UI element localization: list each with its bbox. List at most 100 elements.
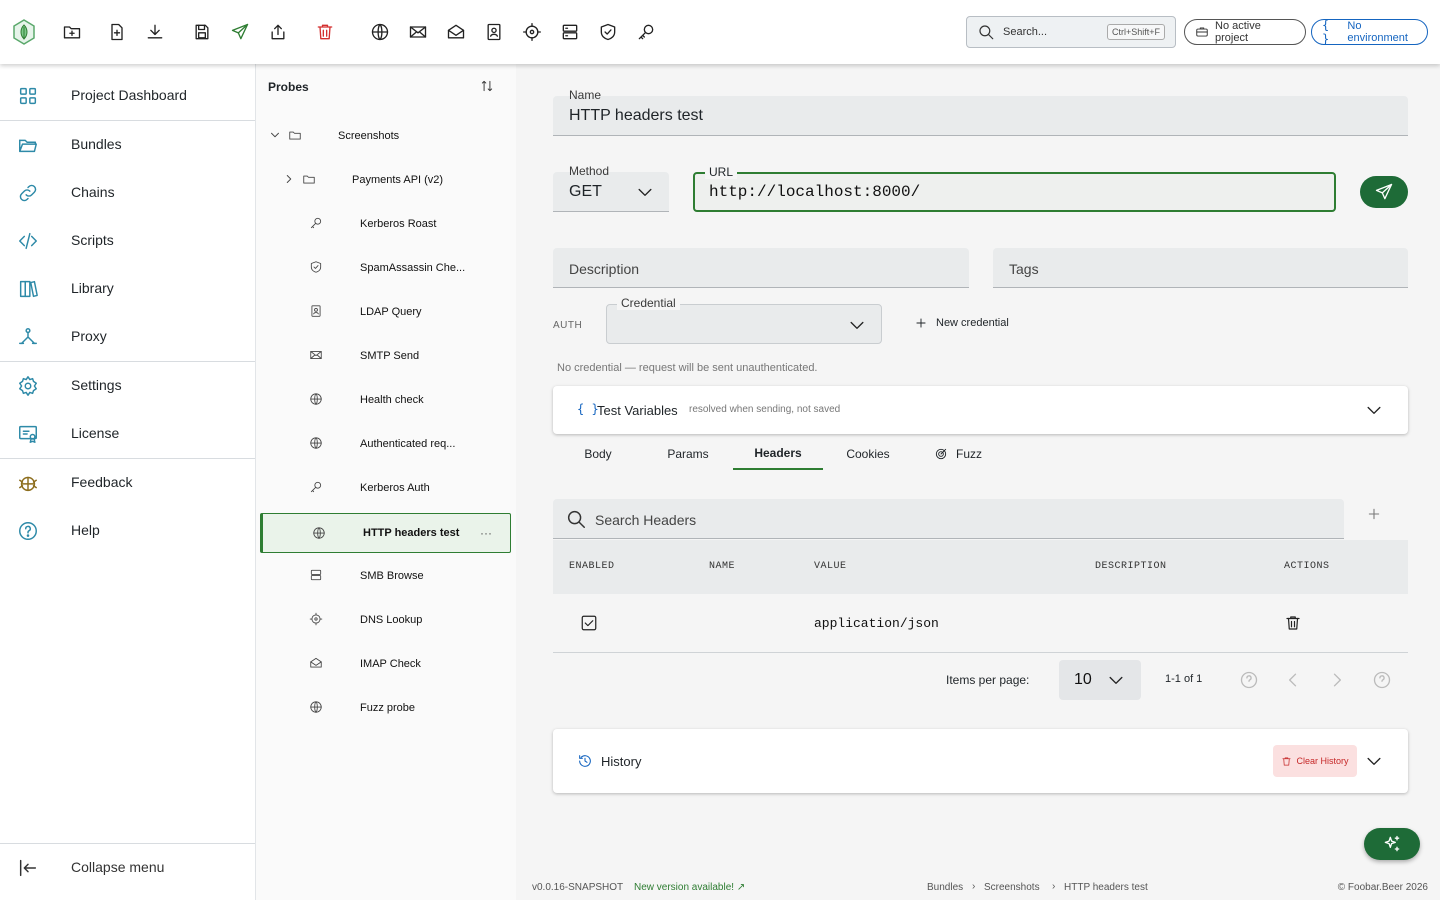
sidebar-item-label: Feedback (71, 474, 133, 490)
tree-item-label: SpamAssassin Che... (360, 262, 466, 274)
history-panel[interactable]: History Clear History (553, 729, 1408, 793)
search-placeholder: Search... (1003, 26, 1048, 38)
sidebar-item-license[interactable]: License (0, 410, 255, 458)
sidebar-item-help[interactable]: Help (0, 507, 255, 555)
active-project-button[interactable]: No active project (1184, 19, 1306, 45)
sidebar-item-feedback[interactable]: Feedback (0, 459, 255, 507)
sidebar-item-settings[interactable]: Settings (0, 362, 255, 410)
tree-item-kerberos-roast[interactable]: Kerberos Roast (256, 202, 516, 246)
contact-book-icon[interactable] (482, 20, 506, 44)
collapse-left-icon (17, 857, 39, 879)
new-credential-label: New credential (936, 317, 1009, 329)
tab-params[interactable]: Params (643, 438, 733, 470)
description-input[interactable]: Description (553, 248, 969, 288)
new-file-icon[interactable] (105, 20, 129, 44)
tree-item-fuzz-probe[interactable]: Fuzz probe (256, 686, 516, 730)
tags-input[interactable]: Tags (993, 248, 1408, 288)
crosshair-icon[interactable] (520, 20, 544, 44)
items-per-page-select[interactable]: 10 (1059, 660, 1141, 700)
breadcrumb-item[interactable]: Screenshots (984, 882, 1040, 893)
collapse-menu-button[interactable]: Collapse menu (0, 844, 255, 892)
envelope-icon[interactable] (406, 20, 430, 44)
chevron-left-icon[interactable] (1283, 670, 1303, 690)
tree-item-http-headers-test[interactable]: HTTP headers test ··· (260, 513, 511, 553)
sidebar-item-proxy[interactable]: Proxy (0, 313, 255, 361)
enabled-checkbox[interactable] (580, 614, 598, 632)
clear-history-button[interactable]: Clear History (1273, 745, 1357, 777)
chevron-right-icon[interactable] (282, 172, 296, 186)
credential-label: Credential (617, 296, 680, 310)
column-header-enabled[interactable]: ENABLED (569, 561, 615, 572)
header-value-cell[interactable]: application/json (814, 616, 939, 631)
global-search-input[interactable]: Search... Ctrl+Shift+F (966, 16, 1176, 48)
tree-item-imap-check[interactable]: IMAP Check (256, 642, 516, 686)
grid-icon (17, 85, 39, 107)
tab-body[interactable]: Body (553, 438, 643, 470)
new-folder-icon[interactable] (60, 20, 84, 44)
key-icon[interactable] (634, 20, 658, 44)
tree-item-authenticated-request[interactable]: Authenticated req... (256, 422, 516, 466)
tree-item-health-check[interactable]: Health check (256, 378, 516, 422)
tree-item-smb-browse[interactable]: SMB Browse (256, 554, 516, 598)
server-icon[interactable] (558, 20, 582, 44)
search-shortcut-hint: Ctrl+Shift+F (1106, 24, 1165, 40)
sort-icon[interactable] (480, 79, 494, 93)
last-page-icon[interactable] (1372, 670, 1392, 690)
tree-item-dns-lookup[interactable]: DNS Lookup (256, 598, 516, 642)
test-variables-title: Test Variables (597, 403, 678, 418)
sidebar-item-project-dashboard[interactable]: Project Dashboard (0, 72, 255, 120)
send-icon[interactable] (228, 20, 252, 44)
url-label: URL (705, 165, 738, 179)
chevron-down-icon[interactable] (1364, 400, 1384, 420)
add-header-icon[interactable] (1366, 506, 1386, 526)
environment-button[interactable]: { } No environment (1311, 18, 1428, 46)
chevron-right-icon[interactable] (1327, 670, 1347, 690)
send-request-button[interactable] (1360, 176, 1408, 208)
globe-icon[interactable] (368, 20, 392, 44)
name-field[interactable]: Name HTTP headers test (553, 88, 1408, 136)
tree-item-kerberos-auth[interactable]: Kerberos Auth (256, 466, 516, 510)
update-link[interactable]: New version available! ↗ (634, 882, 745, 893)
share-icon[interactable] (266, 20, 290, 44)
column-header-description[interactable]: DESCRIPTION (1095, 561, 1167, 572)
more-options-icon[interactable]: ··· (480, 526, 492, 540)
tab-fuzz[interactable]: Fuzz (913, 438, 1003, 470)
tree-item-spamassassin[interactable]: SpamAssassin Che... (256, 246, 516, 290)
column-header-value[interactable]: VALUE (814, 561, 847, 572)
main-sidebar: Project Dashboard Bundles Chains Scripts… (0, 64, 256, 900)
chevron-down-icon[interactable] (268, 128, 282, 142)
shield-check-icon[interactable] (596, 20, 620, 44)
method-select[interactable]: Method GET (553, 164, 669, 212)
delete-row-icon[interactable] (1284, 614, 1302, 632)
test-variables-panel[interactable]: { } Test Variables resolved when sending… (553, 386, 1408, 434)
sidebar-item-library[interactable]: Library (0, 265, 255, 313)
first-page-icon[interactable] (1239, 670, 1259, 690)
envelope-open-icon[interactable] (444, 20, 468, 44)
tags-placeholder: Tags (1009, 261, 1039, 277)
sidebar-item-chains[interactable]: Chains (0, 169, 255, 217)
ai-assist-button[interactable] (1364, 828, 1420, 860)
sidebar-item-label: Bundles (71, 136, 122, 152)
headers-search-input[interactable]: Search Headers (553, 499, 1344, 539)
tree-item-smtp-send[interactable]: SMTP Send (256, 334, 516, 378)
column-header-name[interactable]: NAME (709, 561, 735, 572)
sidebar-item-scripts[interactable]: Scripts (0, 217, 255, 265)
tree-folder-payments-api[interactable]: Payments API (v2) (256, 158, 516, 202)
tree-item-ldap-query[interactable]: LDAP Query (256, 290, 516, 334)
key-icon (309, 480, 323, 494)
save-icon[interactable] (190, 20, 214, 44)
link-icon (17, 182, 39, 204)
chevron-down-icon[interactable] (1364, 751, 1384, 771)
new-credential-button[interactable]: New credential (914, 316, 1009, 330)
download-icon[interactable] (143, 20, 167, 44)
proxy-icon (17, 326, 39, 348)
sidebar-item-bundles[interactable]: Bundles (0, 121, 255, 169)
tab-label: Params (667, 447, 709, 461)
tree-folder-screenshots[interactable]: Screenshots (256, 114, 516, 158)
tab-headers[interactable]: Headers (733, 438, 823, 470)
credential-select[interactable]: Credential (606, 296, 882, 344)
breadcrumb-item[interactable]: Bundles (927, 882, 963, 893)
url-input[interactable]: URL http://localhost:8000/ (693, 165, 1336, 212)
delete-icon[interactable] (313, 20, 337, 44)
tab-cookies[interactable]: Cookies (823, 438, 913, 470)
